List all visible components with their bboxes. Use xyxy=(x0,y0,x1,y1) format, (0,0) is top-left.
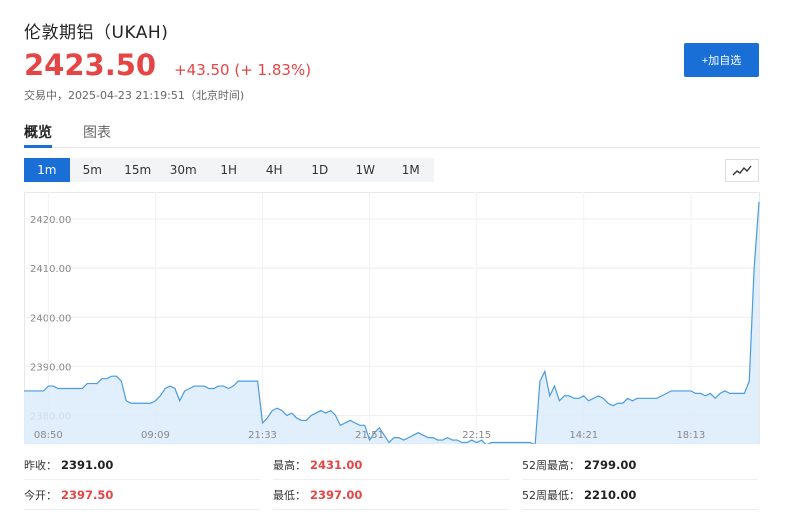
x-tick-label: 22:15 xyxy=(462,430,491,441)
period-30m[interactable]: 30m xyxy=(161,158,207,182)
period-1mo[interactable]: 1M xyxy=(388,158,434,182)
period-1h[interactable]: 1H xyxy=(206,158,252,182)
stat-high: 最高： 2431.00 xyxy=(273,450,509,480)
stats-table: 昨收： 2391.00 最高： 2431.00 52周最高： 2799.00 今… xyxy=(24,450,760,510)
period-1w[interactable]: 1W xyxy=(343,158,389,182)
stat-low: 最低： 2397.00 xyxy=(273,480,509,510)
trading-status: 交易中，2025-04-23 21:19:51（北京时间) xyxy=(24,89,245,102)
tab-overview[interactable]: 概览 xyxy=(24,122,52,148)
period-15m[interactable]: 15m xyxy=(115,158,161,182)
x-tick-label: 18:13 xyxy=(676,430,705,441)
price-row: 2423.50 +43.50 (+ 1.83%) xyxy=(24,48,311,82)
tab-bar: 概览 图表 xyxy=(24,120,760,148)
stats-row: 昨收： 2391.00 最高： 2431.00 52周最高： 2799.00 xyxy=(24,450,760,480)
x-tick-label: 08:50 xyxy=(34,430,63,441)
instrument-title: 伦敦期铝（UKAH) xyxy=(24,23,169,43)
y-tick-label: 2390.00 xyxy=(30,362,71,373)
x-tick-label: 21:33 xyxy=(248,430,277,441)
y-tick-label: 2420.00 xyxy=(30,215,71,226)
stat-open: 今开： 2397.50 xyxy=(24,480,260,510)
line-chart-icon xyxy=(732,165,752,175)
last-price: 2423.50 xyxy=(24,48,157,82)
y-tick-label: 2410.00 xyxy=(30,264,71,275)
tab-chart[interactable]: 图表 xyxy=(83,122,111,148)
period-selector: 1m 5m 15m 30m 1H 4H 1D 1W 1M xyxy=(24,158,434,182)
x-tick-label: 14:21 xyxy=(569,430,598,441)
stat-52w-high: 52周最高： 2799.00 xyxy=(522,450,758,480)
period-1m[interactable]: 1m xyxy=(24,158,70,182)
price-change: +43.50 (+ 1.83%) xyxy=(174,61,312,79)
x-tick-label: 21:51 xyxy=(355,430,384,441)
add-to-watchlist-button[interactable]: +加自选 xyxy=(684,43,759,77)
period-4h[interactable]: 4H xyxy=(252,158,298,182)
period-1d[interactable]: 1D xyxy=(297,158,343,182)
stats-row: 今开： 2397.50 最低： 2397.00 52周最低： 2210.00 xyxy=(24,480,760,510)
x-tick-label: 09:09 xyxy=(141,430,170,441)
y-tick-label: 2400.00 xyxy=(30,313,71,324)
stat-prev-close: 昨收： 2391.00 xyxy=(24,450,260,480)
period-5m[interactable]: 5m xyxy=(70,158,116,182)
chart-type-button[interactable] xyxy=(725,159,759,182)
stat-52w-low: 52周最低： 2210.00 xyxy=(522,480,758,510)
price-chart: 2420.002410.002400.002390.002380.0008:50… xyxy=(24,192,760,444)
